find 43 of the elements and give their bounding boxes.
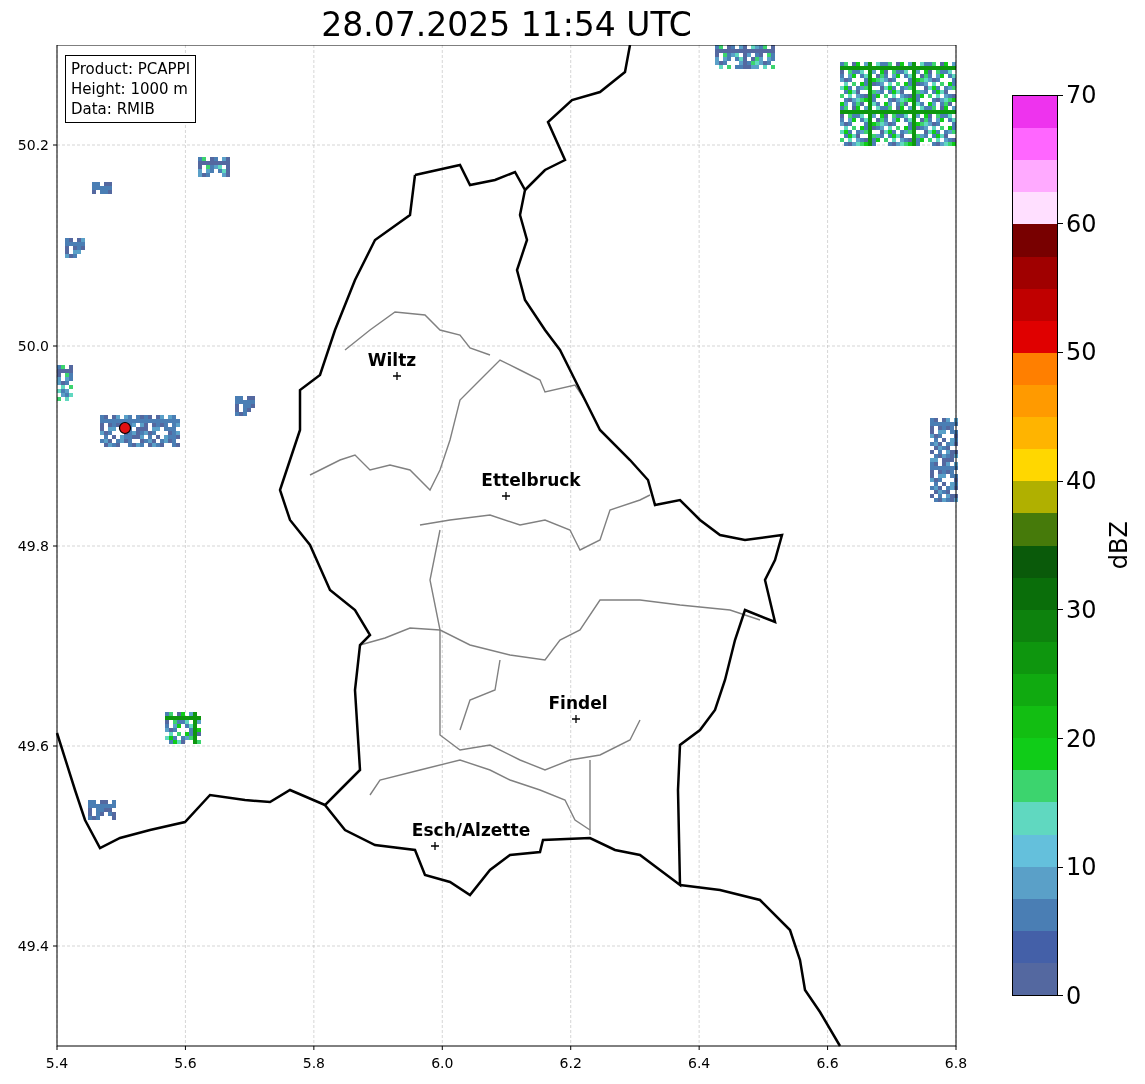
- radar-echo: [88, 800, 116, 820]
- axis-tick-label: 5.4: [45, 1055, 69, 1071]
- radar-echo: [235, 396, 255, 416]
- radar-site-marker: [118, 421, 132, 435]
- radar-echo: [165, 712, 201, 744]
- colorbar-tick-label: 70: [1066, 82, 1097, 108]
- radar-echo: [715, 45, 775, 69]
- axis-tick-label: 6.2: [559, 1055, 582, 1071]
- city-label: Ettelbruck: [481, 470, 581, 490]
- city-marker: [501, 491, 511, 501]
- colorbar-tick-label: 50: [1066, 339, 1097, 366]
- city-marker: [430, 841, 440, 851]
- colorbar-tick-label: 0: [1066, 982, 1082, 1009]
- axis-tick-label: 6.0: [431, 1055, 454, 1071]
- axis-tick-label: 6.8: [944, 1055, 968, 1071]
- colorbar-tick-label: 20: [1066, 725, 1097, 752]
- colorbar-tick-label: 60: [1066, 210, 1097, 237]
- info-line: Height: 1000 m: [71, 79, 189, 99]
- radar-echo: [92, 182, 112, 194]
- info-line: Data: RMIB: [71, 99, 156, 119]
- colorbar-tick-label: 30: [1066, 596, 1097, 623]
- radar-echo: [57, 365, 73, 401]
- axis-tick-label: 49.8: [17, 538, 49, 554]
- city-label: Wiltz: [367, 350, 417, 370]
- colorbar-tick-label: 10: [1066, 854, 1097, 881]
- radar-echo: [65, 238, 85, 258]
- axis-tick-label: 6.6: [816, 1055, 839, 1071]
- colorbar-tick-label: 40: [1066, 468, 1097, 495]
- chart-title: 28.07.2025 11:54 UTC: [321, 5, 692, 45]
- city-marker: [571, 714, 581, 724]
- axis-tick-label: 6.4: [688, 1055, 711, 1071]
- city-label: Findel: [548, 693, 608, 713]
- axis-tick-label: 5.8: [302, 1055, 325, 1071]
- city-label: Esch/Alzette: [411, 820, 531, 840]
- info-line: Product: PCAPPI: [71, 59, 191, 79]
- colorbar-label: dBZ: [1104, 521, 1133, 570]
- axis-tick-label: 5.6: [174, 1055, 197, 1071]
- axis-tick-label: 49.4: [17, 938, 49, 954]
- axis-tick-label: 50.2: [17, 137, 49, 153]
- axis-tick-label: 49.6: [17, 738, 49, 754]
- radar-echo: [198, 157, 230, 177]
- axis-tick-label: 50.0: [17, 338, 49, 354]
- city-marker: [392, 371, 402, 381]
